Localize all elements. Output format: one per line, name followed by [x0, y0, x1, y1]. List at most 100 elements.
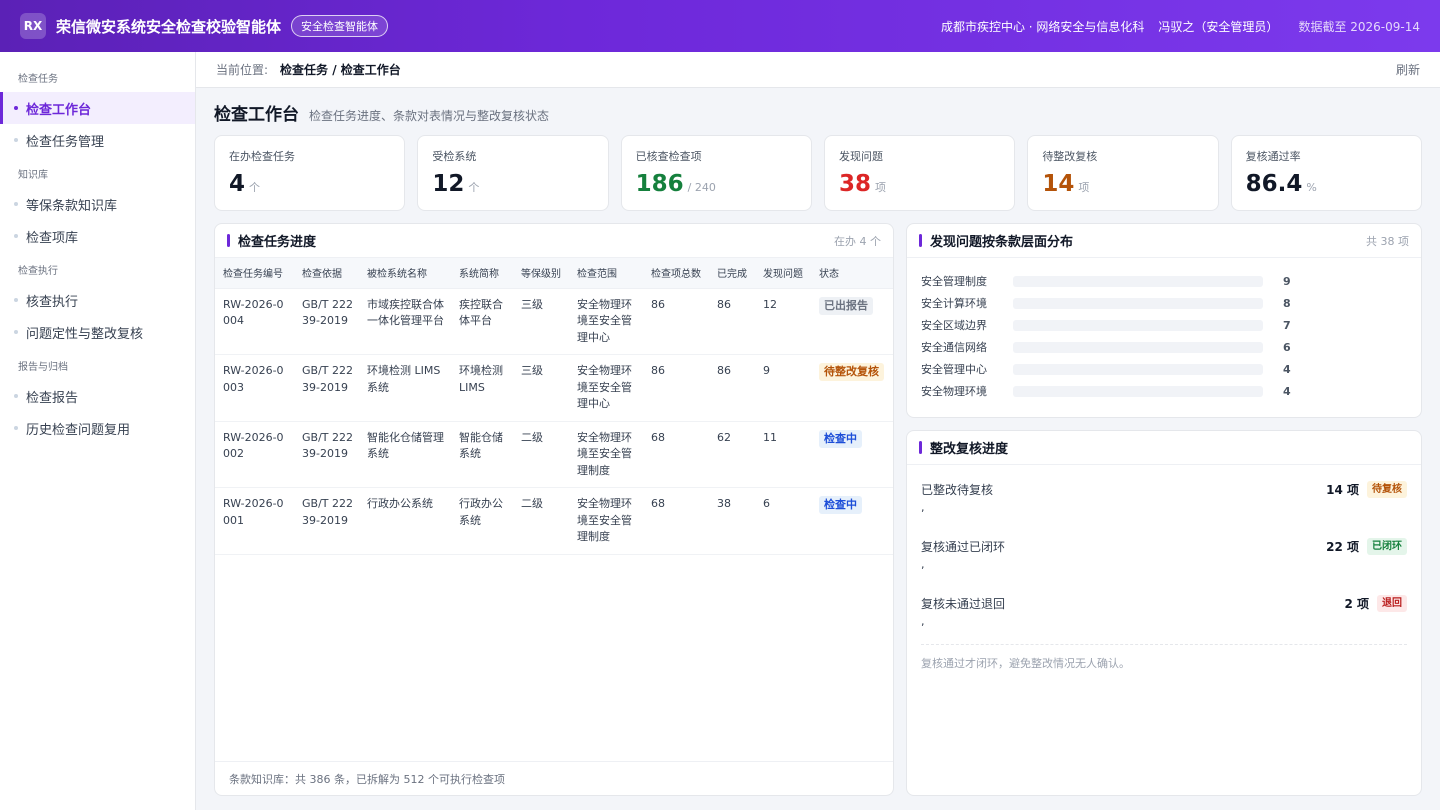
refresh-button[interactable]: 刷新 [1396, 61, 1420, 78]
stat-unit: 项 [1078, 181, 1090, 194]
col-header[interactable]: 状态 [811, 258, 893, 289]
cell-system-short: 行政办公系统 [451, 487, 513, 555]
stat-value: 38 [838, 171, 871, 197]
app-title: 荣信微安系统安全检查校验智能体 [56, 17, 282, 36]
distribution-value: 7 [1283, 318, 1291, 332]
cell-basis: GB/T 22239-2019 [294, 288, 359, 355]
cell-system-short: 环境检测 LIMS [451, 354, 513, 422]
sidebar-item-label: 核查执行 [26, 294, 79, 310]
bullet-icon [14, 426, 18, 430]
stat-value-row: 186/ 240 [636, 170, 797, 202]
task-table: 检查任务编号 检查依据 被检系统名称 系统简称 等保级别 检查范围 检查项总数 … [215, 258, 893, 555]
cell-issues: 12 [755, 288, 811, 355]
table-row[interactable]: RW-2026-0001 GB/T 22239-2019 行政办公系统 行政办公… [215, 487, 893, 555]
bullet-icon [14, 394, 18, 398]
col-header[interactable]: 检查项总数 [643, 258, 709, 289]
status-badge: 待复核 [1367, 481, 1407, 498]
current-user[interactable]: 冯驭之（安全管理员） [1158, 18, 1278, 35]
cell-task-id[interactable]: RW-2026-0004 [215, 288, 294, 355]
sidebar-item-label: 检查工作台 [26, 102, 92, 118]
col-header[interactable]: 等保级别 [513, 258, 569, 289]
stat-value: 186 [635, 171, 684, 197]
rectification-mark: , [921, 615, 925, 628]
stat-card-pending-review: 待整改复核 14 项 [1027, 135, 1219, 211]
cell-task-id[interactable]: RW-2026-0003 [215, 354, 294, 422]
cell-basis: GB/T 22239-2019 [294, 421, 359, 488]
sidebar-item-history-reuse[interactable]: 历史检查问题复用 [0, 412, 195, 444]
table-row[interactable]: RW-2026-0004 GB/T 22239-2019 市域疾控联合体一体化管… [215, 288, 893, 355]
sidebar-group-tasks: 检查任务 [18, 74, 58, 85]
cell-total: 86 [643, 288, 709, 355]
status-badge: 检查中 [819, 429, 862, 448]
rectification-mark: , [921, 558, 925, 571]
breadcrumb: 当前位置: 检查任务 / 检查工作台 刷新 [196, 52, 1440, 88]
table-row[interactable]: RW-2026-0002 GB/T 22239-2019 智能化仓储管理系统 智… [215, 421, 893, 488]
cell-system-name: 环境检测 LIMS 系统 [359, 354, 451, 422]
distribution-track [1013, 275, 1263, 287]
rectification-note: 复核通过才闭环，避免整改情况无人确认。 [921, 644, 1407, 671]
stat-card-active-tasks: 在办检查任务 4个 [214, 135, 406, 211]
stat-unit: 个 [468, 181, 480, 194]
cell-total: 68 [643, 421, 709, 488]
cell-done: 86 [709, 354, 755, 422]
rectification-count: 14 项 [1326, 483, 1359, 497]
sidebar-item-workbench[interactable]: 检查工作台 [0, 92, 195, 124]
col-header[interactable]: 检查任务编号 [215, 258, 294, 289]
col-header[interactable]: 检查依据 [294, 258, 359, 289]
app-logo: RX [20, 13, 46, 39]
sidebar-item-task-management[interactable]: 检查任务管理 [0, 124, 195, 156]
task-progress-panel: 检查任务进度 在办 4 个 检查任务编号 检查依据 被检系统名称 系统简称 等保… [214, 223, 894, 796]
sidebar-item-label: 历史检查问题复用 [26, 422, 131, 438]
cell-task-id[interactable]: RW-2026-0002 [215, 421, 294, 488]
breadcrumb-path: 检查任务 / 检查工作台 [280, 63, 401, 77]
sidebar-item-issue-review[interactable]: 问题定性与整改复核 [0, 316, 195, 348]
rectification-row[interactable]: 已整改待复核 14 项 待复核 , [921, 469, 1407, 526]
col-header[interactable]: 发现问题 [755, 258, 811, 289]
cell-system-name: 智能化仓储管理系统 [359, 421, 451, 488]
cell-status: 待整改复核 [811, 354, 893, 422]
table-row[interactable]: RW-2026-0003 GB/T 22239-2019 环境检测 LIMS 系… [215, 354, 893, 422]
col-header[interactable]: 已完成 [709, 258, 755, 289]
distribution-track [1013, 297, 1263, 309]
col-header[interactable]: 检查范围 [569, 258, 643, 289]
col-header[interactable]: 系统简称 [451, 258, 513, 289]
bullet-icon [14, 330, 18, 334]
page-header: 检查工作台 检查任务进度、条款对表情况与整改复核状态 [214, 100, 549, 125]
bullet-icon [14, 106, 18, 110]
rectification-row[interactable]: 复核未通过退回 2 项 退回 , [921, 583, 1407, 640]
panel-title: 整改复核进度 [930, 442, 1009, 457]
issue-distribution-panel: 发现问题按条款层面分布 共 38 项 安全管理制度 9 安全计算环境 8 安全区… [906, 223, 1422, 418]
stat-label: 已核查检查项 [635, 150, 702, 163]
cell-level: 二级 [513, 487, 569, 555]
sidebar-item-reports[interactable]: 检查报告 [0, 380, 195, 412]
top-right-info: 成都市疾控中心 · 网络安全与信息化科 冯驭之（安全管理员） 数据截至 2026… [941, 18, 1420, 35]
distribution-label: 安全管理制度 [921, 275, 987, 288]
distribution-value: 4 [1283, 362, 1291, 376]
distribution-row: 安全区域边界 7 [921, 314, 1407, 336]
app-badge: 安全检查智能体 [291, 15, 389, 37]
rectification-row[interactable]: 复核通过已闭环 22 项 已闭环 , [921, 526, 1407, 583]
col-header[interactable]: 被检系统名称 [359, 258, 451, 289]
table-header-row: 检查任务编号 检查依据 被检系统名称 系统简称 等保级别 检查范围 检查项总数 … [215, 258, 893, 289]
stat-card-systems: 受检系统 12 个 [417, 135, 609, 211]
accent-bar [919, 441, 922, 454]
sidebar-item-verification[interactable]: 核查执行 [0, 284, 195, 316]
distribution-label: 安全区域边界 [921, 319, 987, 332]
stat-label: 待整改复核 [1042, 150, 1098, 163]
distribution-track [1013, 385, 1263, 397]
stat-value-row: 4个 [229, 170, 390, 202]
sidebar-item-clause-library[interactable]: 等保条款知识库 [0, 188, 195, 220]
panel-title: 发现问题按条款层面分布 [930, 235, 1074, 250]
sidebar-item-check-items[interactable]: 检查项库 [0, 220, 195, 252]
status-badge: 退回 [1377, 595, 1407, 612]
stat-value: 12 [432, 171, 465, 197]
distribution-value: 4 [1283, 384, 1291, 398]
stat-label: 受检系统 [432, 150, 477, 163]
panel-header: 整改复核进度 [907, 431, 1421, 465]
distribution-row: 安全管理中心 4 [921, 358, 1407, 380]
distribution-row: 安全管理制度 9 [921, 270, 1407, 292]
status-badge: 检查中 [819, 496, 862, 514]
cell-task-id[interactable]: RW-2026-0001 [215, 487, 294, 555]
stat-card-pass-rate: 复核通过率 86.4% [1230, 135, 1422, 211]
cell-system-name: 行政办公系统 [359, 487, 451, 555]
